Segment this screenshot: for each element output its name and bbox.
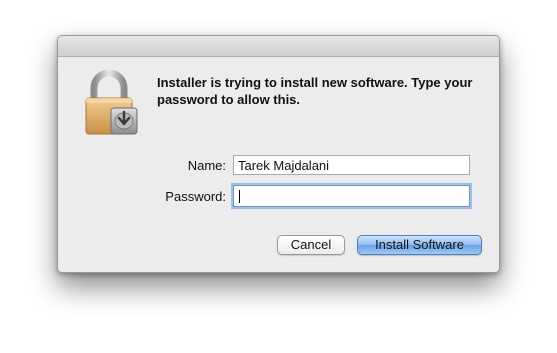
name-label: Name: — [187, 158, 226, 173]
dialog-titlebar[interactable] — [58, 36, 499, 57]
password-label: Password: — [165, 189, 226, 204]
text-caret — [239, 190, 240, 203]
dialog-message: Installer is trying to install new softw… — [157, 75, 473, 107]
authentication-dialog: Installer is trying to install new softw… — [57, 35, 500, 273]
cancel-button[interactable]: Cancel — [277, 235, 345, 255]
install-software-button[interactable]: Install Software — [357, 235, 482, 255]
name-field[interactable] — [233, 155, 470, 175]
password-field[interactable] — [233, 185, 470, 207]
lock-icon — [82, 68, 140, 138]
